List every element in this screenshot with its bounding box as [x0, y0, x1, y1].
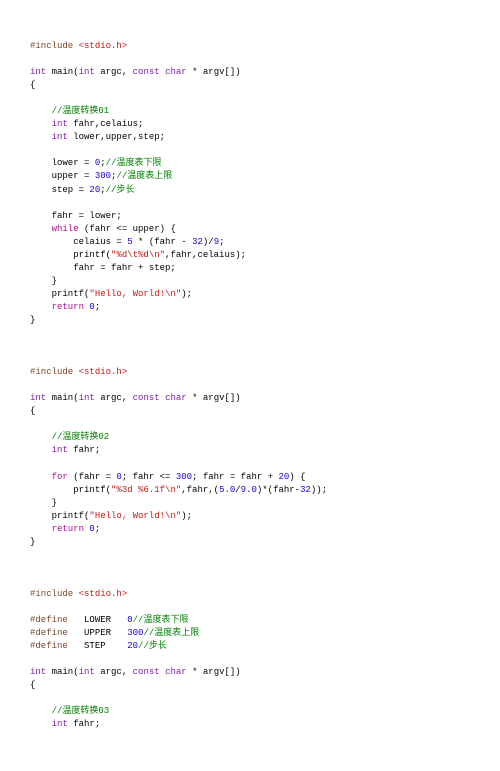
comment-title: //温度转换01	[52, 106, 110, 116]
code-block-1: #include <stdio.h> int main(int argc, co…	[30, 40, 470, 731]
ret-type: int	[30, 67, 46, 77]
include-kw: #include	[30, 41, 73, 51]
include-arg: <stdio.h>	[79, 41, 128, 51]
